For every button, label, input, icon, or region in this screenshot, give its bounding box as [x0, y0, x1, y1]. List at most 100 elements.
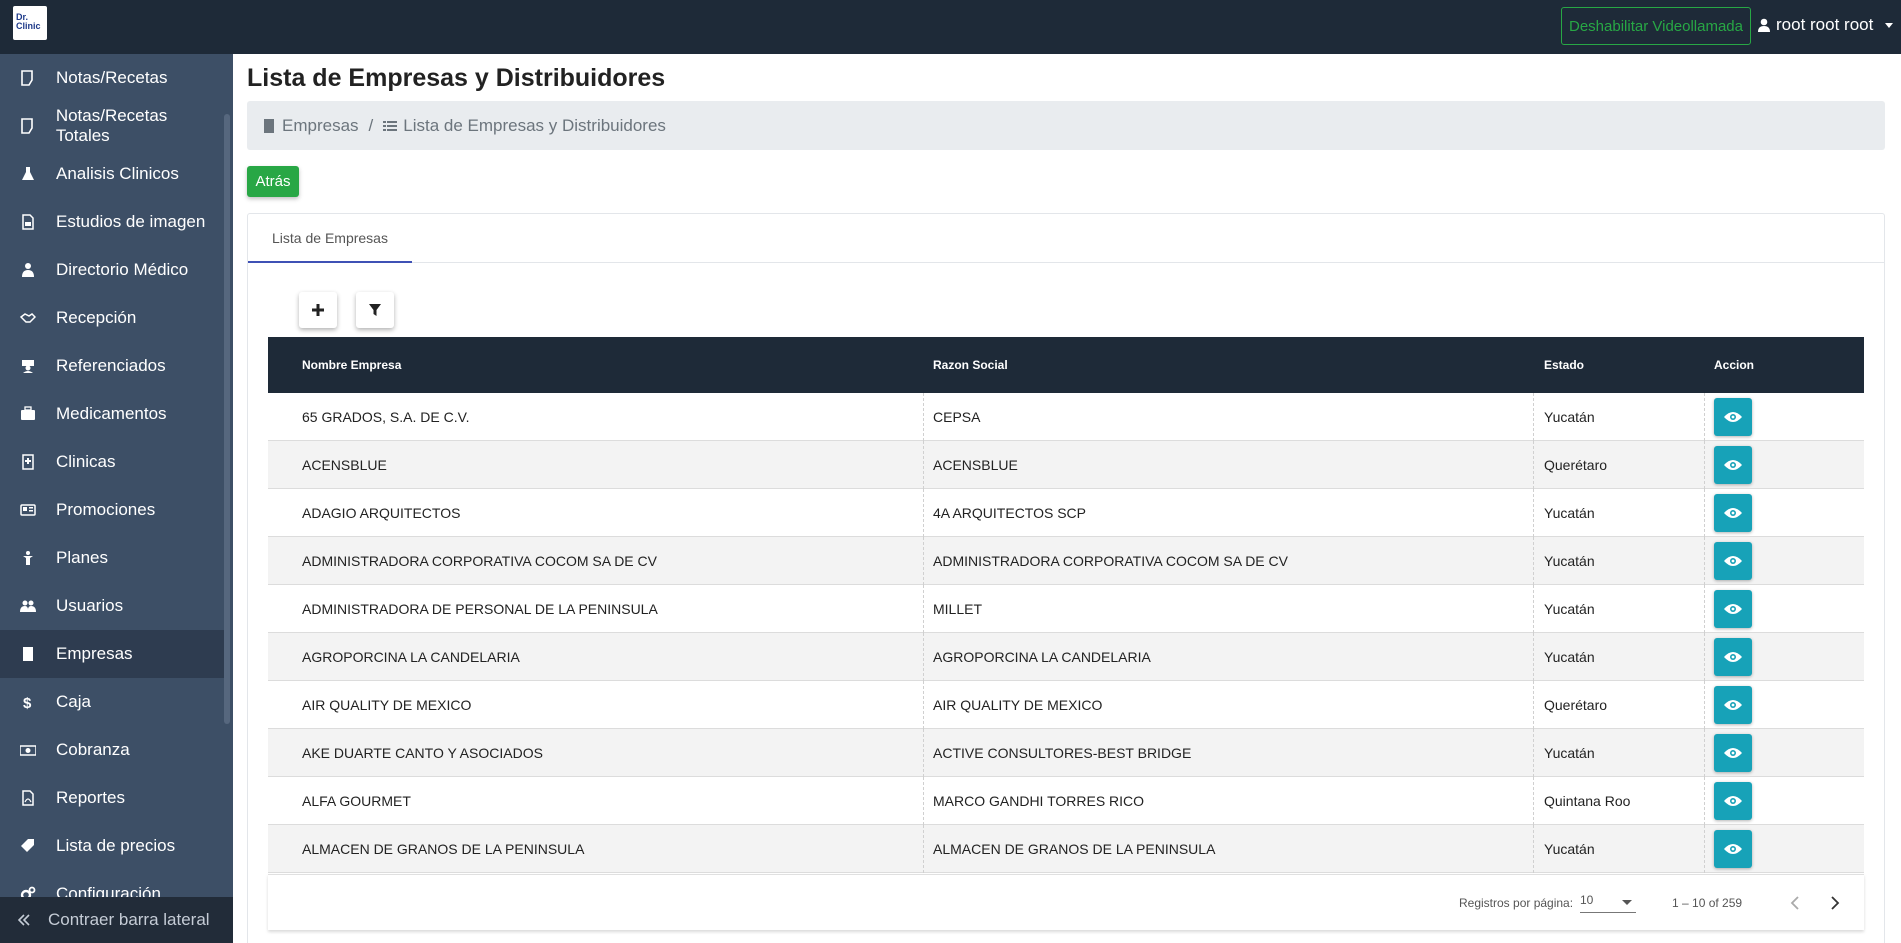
column-divider — [923, 633, 924, 681]
eye-icon — [1724, 844, 1742, 854]
sidebar-item-label: Analisis Clinicos — [56, 164, 179, 183]
sidebar-item-usuarios[interactable]: Usuarios — [0, 582, 225, 630]
sidebar-item-promociones[interactable]: Promociones — [0, 486, 225, 534]
sidebar-item-caja[interactable]: $ Caja — [0, 678, 225, 726]
view-company-button[interactable] — [1714, 638, 1752, 676]
cell-nombre-empresa: 65 GRADOS, S.A. DE C.V. — [302, 409, 470, 425]
sidebar-item-label: Recepción — [56, 308, 137, 327]
cell-nombre-empresa: ADMINISTRADORA DE PERSONAL DE LA PENINSU… — [302, 601, 658, 617]
sidebar-item-empresas[interactable]: Empresas — [0, 630, 225, 678]
sidebar-item-clinicas[interactable]: Clinicas — [0, 438, 225, 486]
filter-icon — [369, 304, 381, 316]
sidebar-item-label: Planes — [56, 548, 108, 567]
chevron-left-icon — [1790, 896, 1799, 910]
cell-nombre-empresa: AGROPORCINA LA CANDELARIA — [302, 649, 520, 665]
col-header-accion: Accion — [1714, 358, 1755, 372]
clinic-icon — [0, 454, 56, 470]
sidebar-item-directorio-m-dico[interactable]: Directorio Médico — [0, 246, 225, 294]
sidebar-item-notas-recetas[interactable]: Notas/Recetas — [0, 54, 225, 102]
next-page-button[interactable] — [1823, 891, 1847, 915]
cell-estado: Yucatán — [1544, 841, 1595, 857]
sidebar-item-estudios-de-imagen[interactable]: Estudios de imagen — [0, 198, 225, 246]
cell-razon-social: CEPSA — [933, 409, 981, 425]
chevron-right-icon — [1831, 896, 1840, 910]
breadcrumb-empresas[interactable]: Empresas — [282, 116, 359, 136]
sidebar-item-medicamentos[interactable]: Medicamentos — [0, 390, 225, 438]
column-divider — [1704, 393, 1705, 441]
sidebar-item-cobranza[interactable]: Cobranza — [0, 726, 225, 774]
flask-icon — [0, 166, 56, 182]
breadcrumb-current: Lista de Empresas y Distribuidores — [403, 115, 666, 135]
column-divider — [1533, 633, 1534, 681]
user-icon — [1758, 18, 1770, 32]
col-header-razon[interactable]: Razon Social — [933, 358, 1008, 372]
column-divider — [1533, 681, 1534, 729]
column-divider — [923, 729, 924, 777]
newspaper-icon — [0, 502, 56, 518]
column-divider — [923, 489, 924, 537]
page-size-select[interactable]: 10 — [1580, 893, 1636, 913]
cell-nombre-empresa: ALFA GOURMET — [302, 793, 411, 809]
sidebar-item-label: Lista de precios — [56, 836, 176, 855]
image-file-icon — [0, 214, 56, 230]
eye-icon — [1724, 508, 1742, 518]
column-divider — [1704, 441, 1705, 489]
disable-videocall-button[interactable]: Deshabilitar Videollamada — [1561, 7, 1751, 45]
back-button[interactable]: Atrás — [247, 166, 299, 197]
table-row: 65 GRADOS, S.A. DE C.V. CEPSA Yucatán — [268, 393, 1864, 441]
collapse-sidebar-label: Contraer barra lateral — [48, 910, 210, 929]
view-company-button[interactable] — [1714, 446, 1752, 484]
filter-button[interactable] — [356, 292, 394, 328]
eye-icon — [1724, 652, 1742, 662]
sidebar-item-label: Referenciados — [56, 356, 166, 375]
column-divider — [1533, 729, 1534, 777]
column-divider — [1704, 777, 1705, 825]
col-header-nombre[interactable]: Nombre Empresa — [302, 358, 401, 372]
view-company-button[interactable] — [1714, 542, 1752, 580]
col-header-estado[interactable]: Estado — [1544, 358, 1584, 372]
previous-page-button[interactable] — [1783, 891, 1807, 915]
cell-estado: Yucatán — [1544, 745, 1595, 761]
app-logo[interactable]: Dr. Clinic — [13, 6, 47, 40]
column-divider — [1533, 393, 1534, 441]
view-company-button[interactable] — [1714, 494, 1752, 532]
column-divider — [1533, 537, 1534, 585]
cell-nombre-empresa: ADAGIO ARQUITECTOS — [302, 505, 461, 521]
table-row: ADMINISTRADORA CORPORATIVA COCOM SA DE C… — [268, 537, 1864, 585]
medkit-icon — [0, 406, 56, 422]
collapse-sidebar-button[interactable]: Contraer barra lateral — [0, 897, 233, 943]
child-icon — [0, 550, 56, 566]
table-row: AKE DUARTE CANTO Y ASOCIADOS ACTIVE CONSU… — [268, 729, 1864, 777]
building-icon — [0, 646, 56, 662]
column-divider — [923, 777, 924, 825]
view-company-button[interactable] — [1714, 830, 1752, 868]
cell-razon-social: 4A ARQUITECTOS SCP — [933, 505, 1087, 521]
sidebar-item-planes[interactable]: Planes — [0, 534, 225, 582]
view-company-button[interactable] — [1714, 398, 1752, 436]
tab-company-list[interactable]: Lista de Empresas — [248, 214, 412, 263]
add-company-button[interactable] — [299, 292, 337, 328]
view-company-button[interactable] — [1714, 734, 1752, 772]
sidebar-item-referenciados[interactable]: Referenciados — [0, 342, 225, 390]
cell-estado: Yucatán — [1544, 553, 1595, 569]
sidebar-item-recepci-n[interactable]: Recepción — [0, 294, 225, 342]
column-divider — [923, 537, 924, 585]
sidebar-item-reportes[interactable]: Reportes — [0, 774, 225, 822]
table-row: ADAGIO ARQUITECTOS 4A ARQUITECTOS SCP Yuca… — [268, 489, 1864, 537]
view-company-button[interactable] — [1714, 782, 1752, 820]
table-row: ALFA GOURMET MARCO GANDHI TORRES RICO Quin… — [268, 777, 1864, 825]
view-company-button[interactable] — [1714, 686, 1752, 724]
cell-estado: Quintana Roo — [1544, 793, 1631, 809]
user-menu[interactable]: root root root — [1758, 13, 1894, 37]
sidebar-item-analisis-clinicos[interactable]: Analisis Clinicos — [0, 150, 225, 198]
cell-nombre-empresa: ACENSBLUE — [302, 457, 387, 473]
sidebar-item-notas-recetas-totales[interactable]: Notas/Recetas Totales — [0, 102, 225, 150]
cell-estado: Yucatán — [1544, 409, 1595, 425]
sidebar-item-label: Directorio Médico — [56, 260, 189, 279]
cell-razon-social: ACTIVE CONSULTORES-BEST BRIDGE — [933, 745, 1192, 761]
sidebar-item-lista-de-precios[interactable]: Lista de precios — [0, 822, 225, 870]
cell-nombre-empresa: AKE DUARTE CANTO Y ASOCIADOS — [302, 745, 543, 761]
sidebar-scrollbar[interactable] — [224, 114, 230, 724]
table-row: ACENSBLUE ACENSBLUE Querétaro — [268, 441, 1864, 489]
view-company-button[interactable] — [1714, 590, 1752, 628]
